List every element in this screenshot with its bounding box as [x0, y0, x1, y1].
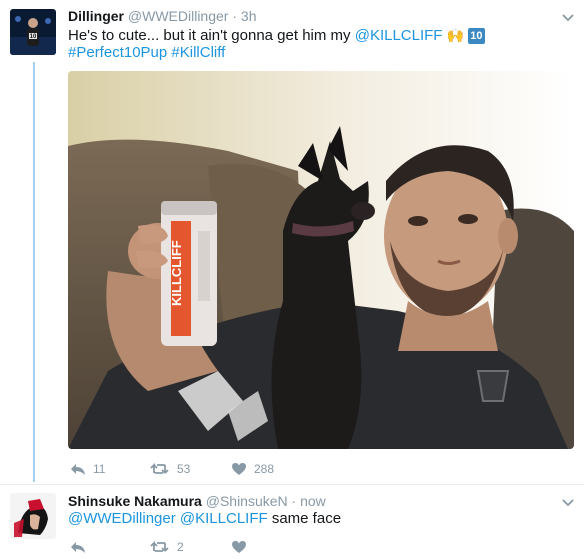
timestamp[interactable]: now [300, 493, 326, 509]
heart-icon [232, 541, 246, 553]
tweet-header: Dillinger @WWEDillinger · 3h [68, 8, 257, 24]
display-name[interactable]: Shinsuke Nakamura [68, 493, 202, 509]
svg-text:10: 10 [30, 34, 37, 40]
avatar-dillinger[interactable]: 10 [10, 9, 56, 55]
caret-down-icon[interactable] [560, 10, 576, 26]
retweet-count: 2 [177, 540, 184, 554]
reply-icon [71, 464, 85, 475]
tweet-text-body: same face [267, 510, 342, 527]
svg-text:KILLCLIFF: KILLCLIFF [169, 240, 184, 306]
heart-icon [232, 463, 246, 475]
keycap-ten-icon: 10 [468, 28, 485, 44]
tweet-actions: 11 53 288 [68, 462, 368, 480]
reply-count: 11 [93, 462, 106, 476]
thread-connector [33, 62, 35, 482]
hashtag-killcliff[interactable]: #KillCliff [171, 44, 225, 61]
hashtag-perfect10pup[interactable]: #Perfect10Pup [68, 44, 167, 61]
raised-hands-icon: 🙌 [446, 27, 465, 43]
avatar-shinsuke[interactable] [10, 493, 56, 539]
tweet-header: Shinsuke Nakamura @ShinsukeN · now [68, 493, 326, 509]
caret-down-icon[interactable] [560, 495, 576, 511]
reply-icon [71, 542, 85, 553]
retweet-action[interactable]: 53 [150, 462, 190, 476]
tweet-photo[interactable]: KILLCLIFF [68, 71, 574, 449]
tweet-divider [0, 484, 584, 485]
timestamp[interactable]: 3h [241, 8, 257, 24]
tweet-actions: 2 [68, 540, 368, 558]
tweet-text: @WWEDillinger @KILLCLIFF same face [68, 509, 341, 529]
mention-killcliff[interactable]: @KILLCLIFF [180, 510, 268, 527]
display-name[interactable]: Dillinger [68, 8, 124, 24]
reply-action[interactable] [70, 540, 86, 554]
like-count: 288 [254, 462, 275, 476]
reply-action[interactable]: 11 [70, 462, 105, 476]
separator: · [232, 8, 238, 24]
like-action[interactable]: 288 [231, 462, 274, 476]
retweet-count: 53 [177, 462, 191, 476]
separator: · [291, 493, 297, 509]
retweet-action[interactable]: 2 [150, 540, 184, 554]
mention-wwedillinger[interactable]: @WWEDillinger [68, 510, 176, 527]
tweet-text-line2: #Perfect10Pup #KillCliff [68, 43, 225, 63]
handle[interactable]: @ShinsukeN [206, 493, 288, 509]
like-action[interactable] [231, 540, 247, 554]
mention-killcliff[interactable]: @KILLCLIFF [355, 27, 443, 44]
retweet-icon [150, 540, 169, 552]
retweet-icon [150, 462, 169, 474]
tweet-text: He's to cute... but it ain't gonna get h… [68, 27, 355, 44]
handle[interactable]: @WWEDillinger [128, 8, 229, 24]
